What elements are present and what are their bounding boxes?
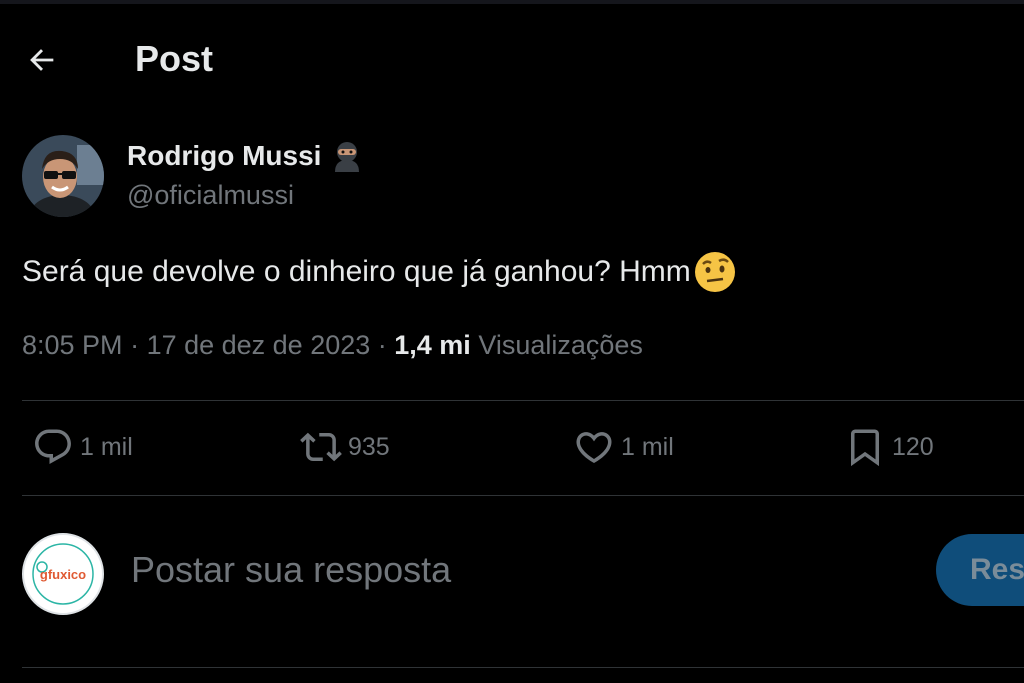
bookmark-icon — [851, 429, 879, 467]
tweet-text-content: Será que devolve o dinheiro que já ganho… — [22, 255, 691, 288]
bookmark-count: 120 — [892, 432, 934, 461]
views-label: Visualizações — [470, 330, 643, 360]
divider — [22, 495, 1024, 496]
arrow-left-icon — [30, 49, 54, 71]
author-handle[interactable]: @oficialmussi — [127, 180, 294, 211]
author-name-row: Rodrigo Mussi — [127, 138, 365, 174]
like-action-button[interactable]: 1 mil — [573, 426, 674, 468]
post-header: Post — [0, 28, 1024, 90]
current-user-avatar[interactable]: gfuxico — [22, 533, 104, 615]
page-title: Post — [135, 38, 214, 79]
author-name[interactable]: Rodrigo Mussi — [127, 140, 321, 172]
reply-action-button[interactable]: 1 mil — [32, 426, 133, 468]
raised-eyebrow-emoji-icon — [694, 252, 735, 292]
reply-submit-button[interactable]: Res — [936, 534, 1024, 606]
divider — [22, 667, 1024, 668]
back-button[interactable] — [22, 40, 62, 80]
reply-input[interactable] — [131, 545, 731, 595]
tweet-text: Será que devolve o dinheiro que já ganho… — [22, 250, 737, 294]
divider — [22, 400, 1024, 401]
repost-icon — [300, 432, 342, 462]
tweet-date[interactable]: 17 de dez de 2023 — [147, 330, 371, 360]
reply-count: 1 mil — [80, 432, 133, 461]
gfuxico-logo-text: gfuxico — [40, 567, 86, 582]
window-top-strip — [0, 0, 1024, 4]
heart-icon — [576, 432, 612, 464]
like-count: 1 mil — [621, 432, 674, 461]
meta-separator: · — [122, 330, 147, 360]
author-avatar[interactable] — [22, 135, 104, 217]
tweet-meta: 8:05 PM · 17 de dez de 2023 · 1,4 mi Vis… — [22, 330, 643, 361]
tweet-actions: 1 mil 935 1 mil 120 — [0, 420, 1024, 480]
meta-separator: · — [370, 330, 395, 360]
tweet-time[interactable]: 8:05 PM — [22, 330, 123, 360]
repost-count: 935 — [348, 432, 390, 461]
views-count: 1,4 mi — [394, 330, 471, 360]
reply-bubble-icon — [35, 429, 71, 464]
author-photo — [22, 135, 104, 217]
ninja-emoji-icon — [335, 142, 360, 172]
bookmark-action-button[interactable]: 120 — [844, 426, 934, 468]
gfuxico-logo: gfuxico — [27, 538, 99, 610]
repost-action-button[interactable]: 935 — [300, 426, 390, 468]
